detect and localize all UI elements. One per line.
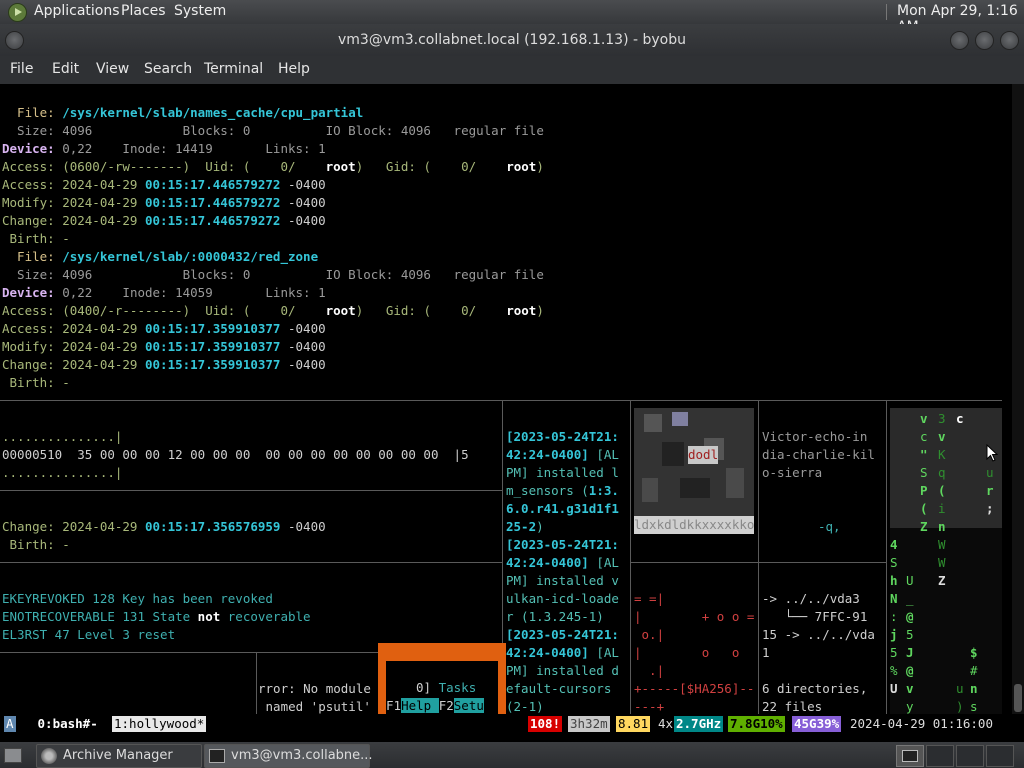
taskbar-terminal[interactable]: vm3@vm3.collabne... — [204, 744, 373, 768]
tree-pane[interactable]: -> ../../vda3 └── 7FFC-91 15 -> ../../vda… — [762, 572, 875, 714]
ascii-art-image: dodl ldxkdldkkxxxxkko — [634, 408, 754, 534]
distro-logo-icon[interactable] — [8, 3, 27, 22]
matrix-col-7: u)e — [956, 681, 964, 714]
byobu-status-bar: A 0:bash#- 1:hollywood* 108! 3h32m 8.81 … — [0, 714, 1012, 734]
system-menu[interactable]: System — [174, 3, 226, 19]
htop-setup-key[interactable]: Setu — [453, 698, 484, 713]
updates-badge: 108! — [528, 716, 563, 732]
workspace-1[interactable] — [896, 745, 924, 767]
top-panel: Applications Places System Mon Apr 29, 1… — [0, 0, 1024, 35]
apt-log-pane[interactable]: [2023-05-24T21: 42:24-0400] [AL PM] instal… — [506, 410, 619, 714]
htop-function-keys: F1Help F2Setu — [386, 698, 484, 713]
pane-divider-top[interactable] — [0, 400, 1002, 401]
randomart-pane[interactable]: = =| | + o o = o.| | o o .| +-----[$HA256]-… — [634, 572, 756, 714]
pane-divider-v4[interactable] — [886, 400, 887, 714]
scrollbar-thumb[interactable] — [1014, 684, 1022, 712]
disk-usage: 45G39% — [792, 716, 842, 732]
bottom-taskbar: Archive Manager vm3@vm3.collabne... — [0, 742, 1024, 768]
memory-usage: 7.8G10% — [728, 716, 785, 732]
menu-view[interactable]: View — [96, 61, 129, 77]
pane-divider-v3[interactable] — [758, 400, 759, 714]
cpu-frequency: 2.7GHz — [674, 716, 724, 732]
matrix-col-5: 4 Sh N: j 5% U — [890, 537, 898, 696]
uptime: 3h32m — [568, 716, 610, 732]
menu-terminal[interactable]: Terminal — [204, 61, 263, 77]
places-menu[interactable]: Places — [121, 3, 166, 19]
workspace-3[interactable] — [956, 745, 984, 767]
menu-edit[interactable]: Edit — [52, 61, 79, 77]
workspace-4[interactable] — [986, 745, 1014, 767]
show-desktop-icon[interactable] — [4, 748, 22, 763]
status-session-indicator[interactable]: A — [4, 716, 16, 732]
terminal-icon — [209, 749, 225, 763]
close-icon[interactable] — [1000, 31, 1019, 50]
terminal-area[interactable]: File: /sys/kernel/slab/names_cache/cpu_p… — [0, 84, 1012, 714]
htop-help-key[interactable]: Help — [401, 698, 439, 713]
cpu-count: 4x — [656, 716, 676, 732]
maximize-icon[interactable] — [975, 31, 994, 50]
matrix-col-3: c — [956, 411, 964, 426]
mouse-cursor-icon — [986, 444, 998, 462]
panel-separator — [886, 4, 887, 20]
htop-tasks: 0] Tasks — [416, 680, 477, 695]
terminal-menubar: File Edit View Search Terminal Help — [0, 56, 1024, 84]
matrix-col-4: u r; — [986, 465, 994, 516]
window-title-bar[interactable]: vm3@vm3.collabnet.local (192.168.1.13) -… — [0, 24, 1024, 56]
taskbar-archive-manager[interactable]: Archive Manager — [36, 744, 202, 768]
codeword-pane[interactable]: Victor-echo-in dia-charlie-kil o-sierra — [762, 410, 875, 518]
terminal-scrollbar[interactable] — [1012, 84, 1024, 714]
minimize-icon[interactable] — [950, 31, 969, 50]
load-average: 8.81 — [616, 716, 651, 732]
matrix-col-1: v c " S P(Z — [920, 411, 928, 534]
menu-search[interactable]: Search — [144, 61, 192, 77]
pane-divider-v2[interactable] — [630, 400, 631, 714]
window-tab-0[interactable]: 0:bash#- — [28, 716, 108, 732]
codeword-q: -q, — [818, 519, 841, 534]
menu-help[interactable]: Help — [278, 61, 310, 77]
matrix-col-2: 3 v Kq(i n W W Z — [938, 411, 946, 588]
archive-manager-icon — [41, 748, 57, 764]
menu-file[interactable]: File — [10, 61, 33, 77]
workspace-2[interactable] — [926, 745, 954, 767]
applications-menu[interactable]: Applications — [34, 3, 120, 19]
window-title: vm3@vm3.collabnet.local (192.168.1.13) -… — [337, 32, 686, 48]
status-datetime: 2024-04-29 01:16:00 — [848, 716, 995, 732]
matrix-col-8: $ # n s — [970, 645, 978, 714]
window-tab-1[interactable]: 1:hollywood* — [112, 716, 207, 732]
pane-divider-mid[interactable] — [630, 562, 886, 563]
matrix-col-6: U _ @5 J @ v y — [906, 573, 914, 714]
stat-output-1: File: /sys/kernel/slab/names_cache/cpu_p… — [2, 105, 544, 390]
python-error-pane[interactable]: rror: No module named 'psutil' — [258, 662, 371, 714]
